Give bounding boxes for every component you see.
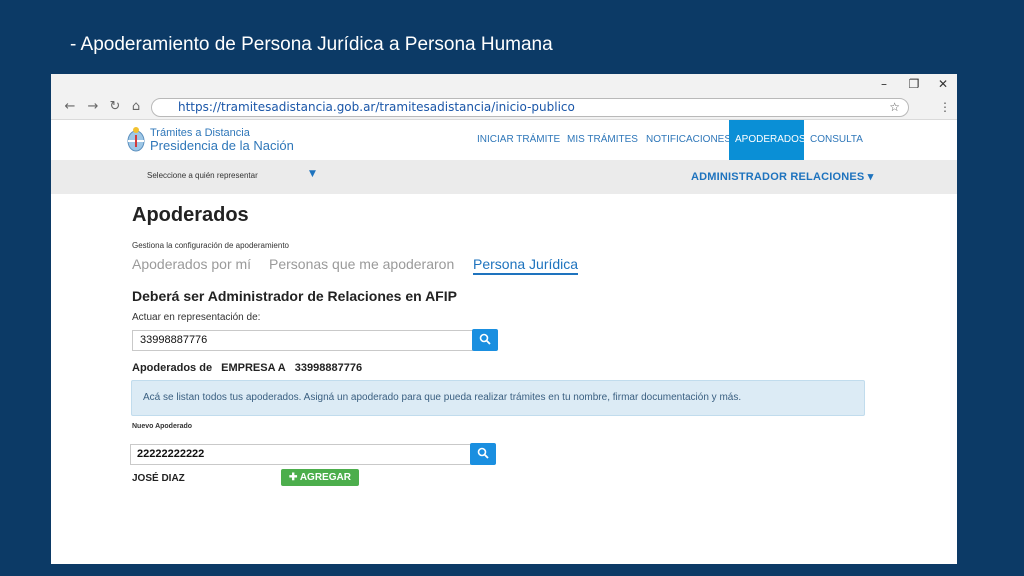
- agregar-button[interactable]: ✚ AGREGAR: [281, 469, 359, 486]
- representation-bar: Seleccione a quién representar ▼ ADMINIS…: [51, 160, 957, 194]
- represent-label: Actuar en representación de:: [132, 312, 261, 323]
- site-header: Trámites a Distancia Presidencia de la N…: [51, 120, 957, 160]
- nav-mis-tramites[interactable]: MIS TRÁMITES: [561, 120, 644, 160]
- tab-persona-juridica[interactable]: Persona Jurídica: [473, 256, 579, 275]
- brand-title: Presidencia de la Nación: [150, 138, 294, 153]
- coat-of-arms-logo: [127, 127, 145, 152]
- tab-personas-que-me-apoderaron[interactable]: Personas que me apoderaron: [269, 256, 454, 272]
- slide-title: - Apoderamiento de Persona Jurídica a Pe…: [70, 34, 553, 55]
- search-icon: [479, 333, 491, 347]
- page-subtitle: Gestiona la configuración de apoderamien…: [132, 241, 289, 250]
- admin-relaciones-menu[interactable]: ADMINISTRADOR RELACIONES ▾: [691, 170, 873, 183]
- represent-selector[interactable]: Seleccione a quién representar: [147, 171, 258, 180]
- minimize-icon[interactable]: –: [873, 75, 895, 93]
- nav-iniciar-tramite[interactable]: INICIAR TRÁMITE: [471, 120, 566, 160]
- tab-apoderados-por-mi[interactable]: Apoderados por mí: [132, 256, 251, 272]
- page-title: Apoderados: [132, 204, 249, 226]
- browser-toolbar: ← → ↻ ⌂ https://tramitesadistancia.gob.a…: [51, 94, 957, 120]
- nuevo-apoderado-label: Nuevo Apoderado: [132, 423, 193, 430]
- section-heading: Deberá ser Administrador de Relaciones e…: [132, 288, 457, 304]
- browser-menu-icon[interactable]: ⋮: [939, 98, 951, 116]
- home-icon[interactable]: ⌂: [127, 98, 145, 116]
- company-name: EMPRESA A: [221, 362, 286, 374]
- company-cuit: 33998887776: [294, 362, 363, 374]
- reload-icon[interactable]: ↻: [106, 98, 124, 116]
- nuevo-apoderado-input[interactable]: 22222222222: [130, 444, 471, 465]
- nav-consulta[interactable]: CONSULTA: [804, 120, 869, 160]
- restore-icon[interactable]: ❐: [903, 75, 925, 93]
- caret-down-icon[interactable]: ▼: [309, 169, 316, 179]
- apoderados-de-heading: Apoderados de EMPRESA A 33998887776: [132, 362, 368, 374]
- nav-apoderados[interactable]: APODERADOS: [729, 120, 806, 160]
- apoderado-result-name: JOSÉ DIAZ: [132, 473, 185, 484]
- apoderados-de-label: Apoderados de: [132, 362, 213, 374]
- window-title-bar: – ❐ ✕: [51, 74, 957, 94]
- close-icon[interactable]: ✕: [932, 75, 954, 93]
- url-text[interactable]: https://tramitesadistancia.gob.ar/tramit…: [178, 99, 575, 116]
- search-button[interactable]: [472, 329, 498, 351]
- search-apoderado-button[interactable]: [470, 443, 496, 465]
- forward-icon[interactable]: →: [84, 98, 102, 116]
- browser-window: – ❐ ✕ ← → ↻ ⌂ https://tramitesadistancia…: [51, 74, 957, 564]
- info-alert: Acá se listan todos tus apoderados. Asig…: [131, 380, 865, 416]
- search-icon: [477, 447, 489, 461]
- bookmark-star-icon[interactable]: ☆: [889, 99, 900, 116]
- nav-notificaciones[interactable]: NOTIFICACIONES: [640, 120, 737, 160]
- address-bar[interactable]: https://tramitesadistancia.gob.ar/tramit…: [151, 98, 909, 117]
- represent-cuit-input[interactable]: 33998887776: [132, 330, 473, 351]
- back-icon[interactable]: ←: [61, 98, 79, 116]
